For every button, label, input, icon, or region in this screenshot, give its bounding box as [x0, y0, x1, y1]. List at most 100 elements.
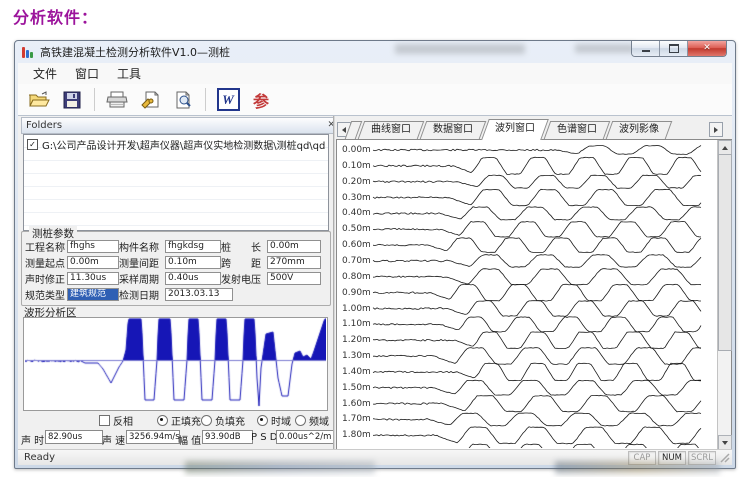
wave-trace — [373, 332, 701, 349]
maximize-button[interactable] — [660, 41, 688, 56]
client-area: Folders ✕ ✓ G:\公司产品设计开发\超声仪器\超声仪实地检测数据\测… — [18, 115, 732, 450]
wave-analysis-box[interactable] — [23, 317, 328, 411]
app-icon — [22, 47, 35, 58]
time-correction-field[interactable]: 11.30us — [67, 272, 119, 285]
checkbox-icon — [99, 415, 110, 426]
save-button[interactable] — [59, 87, 85, 112]
minimize-icon — [642, 50, 650, 52]
freq-domain-radio[interactable]: 频域 — [295, 413, 329, 428]
wave-trace — [373, 380, 701, 395]
tab-wave-train-window[interactable]: 波列窗口 — [485, 119, 545, 140]
folder-item[interactable]: ✓ G:\公司产品设计开发\超声仪器\超声仪实地检测数据\测桩qd\qd03\q… — [24, 135, 328, 154]
tab-data-window[interactable]: 数据窗口 — [423, 121, 483, 139]
wave-trace — [373, 301, 701, 317]
word-icon: W — [217, 88, 240, 111]
pile-length-field[interactable]: 0.00m — [267, 240, 321, 253]
wave-trace — [373, 444, 701, 448]
toolbar: W 参 — [18, 84, 732, 116]
folders-panel-title: Folders — [26, 120, 62, 131]
scroll-up-button[interactable] — [718, 140, 732, 155]
interval-field[interactable]: 0.10m — [165, 256, 221, 269]
folders-list[interactable]: ✓ G:\公司产品设计开发\超声仪器\超声仪实地检测数据\测桩qd\qd03\q… — [23, 134, 329, 231]
sample-period-field[interactable]: 0.40us — [165, 272, 221, 285]
psd-label: P S D — [251, 432, 277, 443]
tab-label: 曲线窗口 — [361, 121, 421, 139]
radio-icon — [157, 415, 168, 426]
amplitude-field[interactable]: 93.90dB — [202, 430, 253, 444]
open-file-button[interactable] — [26, 87, 52, 112]
wave-trace — [373, 284, 701, 301]
scroll-down-button[interactable] — [718, 435, 732, 450]
psd-field[interactable]: 0.00us^2/m — [276, 430, 334, 444]
test-date-field[interactable]: 2013.03.13 — [165, 288, 233, 301]
fill-negative-radio[interactable]: 负填充 — [201, 413, 245, 428]
standard-type-field[interactable]: 建筑规范 — [67, 288, 119, 301]
fill-positive-radio[interactable]: 正填充 — [157, 413, 201, 428]
readouts-row: 声 时 82.90us 声 速 3256.94m/s 幅 值 93.90dB P… — [19, 430, 331, 445]
component-name-field[interactable]: fhgkdsg — [165, 240, 221, 253]
tab-scroll-right-button[interactable] — [709, 122, 723, 137]
sound-velocity-field[interactable]: 3256.94m/s — [126, 430, 180, 444]
start-point-field[interactable]: 0.00m — [67, 256, 119, 269]
tab-label: 色谱窗口 — [547, 121, 607, 139]
parameters-icon: 参 — [253, 88, 269, 112]
left-arrow-icon — [342, 127, 346, 133]
analysis-controls: 反相 正填充 负填充 时域 频域 — [19, 413, 329, 426]
pile-params-grid: 工程名称 fhghs 构件名称 fhgkdsg 桩 长 0.00m 测量起点 0… — [25, 240, 327, 301]
tab-spectrum-window[interactable]: 色谱窗口 — [547, 121, 607, 139]
folders-panel-header[interactable]: Folders ✕ — [21, 117, 340, 134]
standard-type-label: 规范类型 — [25, 287, 67, 302]
up-arrow-icon — [722, 146, 728, 150]
project-name-field[interactable]: fhghs — [67, 240, 119, 253]
folder-path-label: G:\公司产品设计开发\超声仪器\超声仪实地检测数据\测桩qd\qd03\qd0… — [42, 137, 325, 152]
wave-trace — [373, 222, 701, 238]
title-bar[interactable]: 高铁建混凝土检测分析软件V1.0—测桩 ✕ — [15, 41, 735, 63]
interval-label: 测量间距 — [119, 255, 165, 270]
tab-wave-image[interactable]: 波列影像 — [609, 121, 669, 139]
tab-strip: 曲线窗口 数据窗口 波列窗口 色谱窗口 波列影像 — [335, 117, 731, 139]
radio-icon — [295, 415, 306, 426]
voltage-field[interactable]: 500V — [267, 272, 321, 285]
printer-icon — [106, 91, 128, 109]
amplitude-label: 幅 值 — [178, 432, 201, 447]
pile-length-label: 桩 长 — [221, 239, 267, 254]
parameters-button[interactable]: 参 — [248, 87, 274, 112]
right-arrow-icon — [714, 127, 718, 133]
wave-trace — [373, 175, 701, 188]
span-field[interactable]: 270mm — [267, 256, 321, 269]
print-preview-button[interactable] — [170, 87, 196, 112]
wave-trace — [373, 413, 701, 426]
open-folder-icon — [28, 91, 50, 109]
wave-trace — [373, 269, 701, 285]
project-name-label: 工程名称 — [25, 239, 67, 254]
print-button[interactable] — [104, 87, 130, 112]
tab-curve-window[interactable]: 曲线窗口 — [361, 121, 421, 139]
print-setup-button[interactable] — [137, 87, 163, 112]
time-domain-radio[interactable]: 时域 — [257, 413, 291, 428]
save-icon — [63, 91, 81, 109]
pile-params-group: 测桩参数 工程名称 fhghs 构件名称 fhgkdsg 桩 长 0.00m 测… — [21, 231, 331, 306]
menu-file[interactable]: 文件 — [24, 63, 66, 84]
resize-grip[interactable] — [718, 451, 731, 464]
minimize-button[interactable] — [632, 41, 660, 56]
close-button[interactable]: ✕ — [688, 41, 726, 56]
vertical-scrollbar[interactable] — [717, 140, 731, 450]
wave-trace — [373, 317, 701, 332]
sound-time-field[interactable]: 82.90us — [45, 430, 103, 444]
export-word-button[interactable]: W — [215, 87, 241, 112]
wave-trace — [373, 238, 701, 253]
scroll-lock-indicator: SCRL — [688, 451, 716, 465]
span-label: 跨 距 — [221, 255, 267, 270]
component-name-label: 构件名称 — [119, 239, 165, 254]
wave-trace — [373, 207, 701, 220]
menu-window[interactable]: 窗口 — [66, 63, 108, 84]
toolbar-separator — [205, 88, 206, 111]
scrollbar-thumb[interactable] — [718, 154, 732, 351]
menu-tools[interactable]: 工具 — [108, 63, 150, 84]
radio-icon — [257, 415, 268, 426]
sound-time-label: 声 时 — [21, 432, 44, 447]
wave-train-area[interactable]: 0.00m0.10m0.20m0.30m0.40m0.50m0.60m0.70m… — [336, 139, 732, 451]
invert-checkbox[interactable]: 反相 — [99, 413, 133, 428]
wave-trace — [373, 189, 701, 206]
folder-checkbox[interactable]: ✓ — [27, 139, 38, 150]
